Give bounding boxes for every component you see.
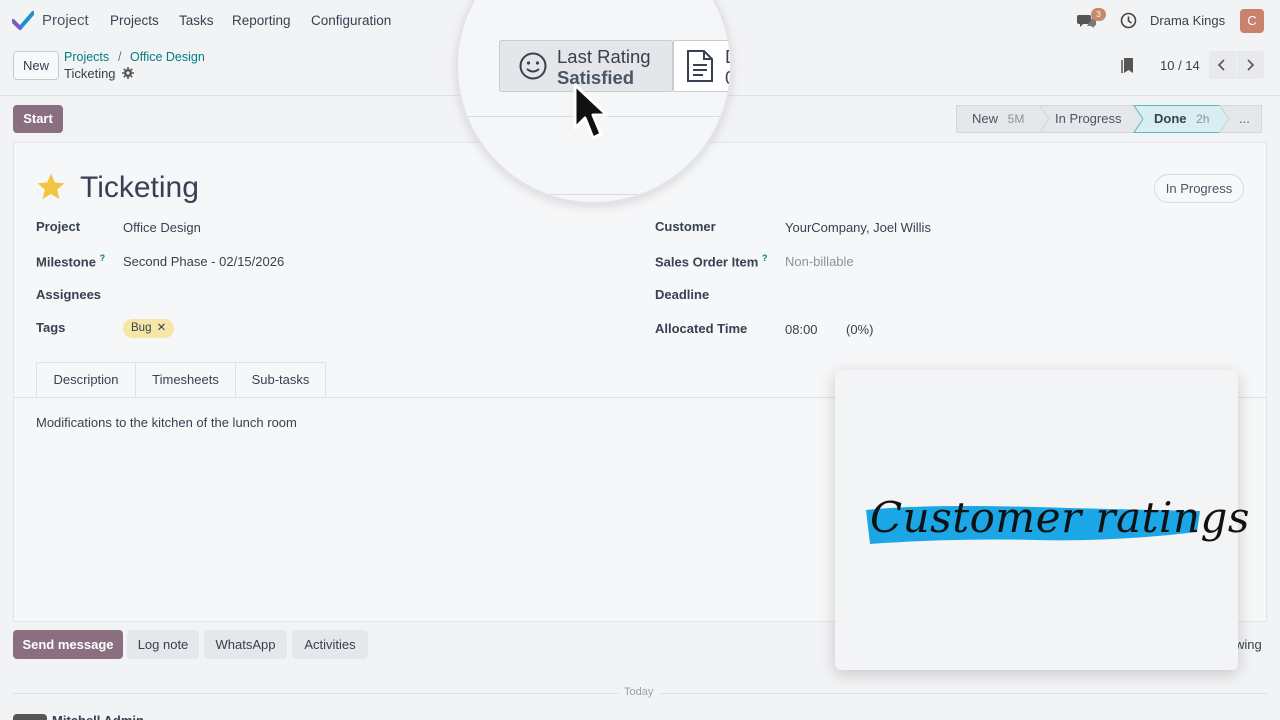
tag-remove-icon[interactable]: ✕	[157, 322, 167, 334]
stage-done[interactable]: Done 2h	[1154, 105, 1209, 133]
customer-field[interactable]: YourCompany, Joel Willis	[785, 220, 931, 235]
stage-more[interactable]: ...	[1239, 105, 1250, 133]
allocated-time-label: Allocated Time	[655, 321, 748, 336]
project-label: Project	[36, 219, 81, 234]
sales-order-item-field[interactable]: Non-billable	[785, 254, 854, 269]
tag-bug[interactable]: Bug ✕	[123, 319, 175, 338]
document-value-partial: 0	[725, 67, 730, 89]
messages-count-badge: 3	[1091, 8, 1106, 21]
assignees-label: Assignees	[36, 287, 102, 302]
company-switcher[interactable]: Drama Kings	[1150, 13, 1225, 28]
stage-done-time: 2h	[1196, 112, 1210, 126]
activities-button[interactable]: Activities	[292, 630, 368, 659]
whatsapp-button[interactable]: WhatsApp	[204, 630, 287, 659]
task-title[interactable]: Ticketing	[80, 171, 199, 205]
description-editor[interactable]: Modifications to the kitchen of the lunc…	[36, 415, 297, 430]
milestone-help-icon[interactable]: ?	[100, 253, 106, 263]
pager-next-button[interactable]	[1237, 51, 1264, 79]
message-author-avatar[interactable]	[13, 714, 47, 720]
bookmark-icon[interactable]	[1121, 57, 1134, 74]
tab-sub-tasks[interactable]: Sub-tasks	[236, 362, 326, 398]
user-avatar[interactable]: C	[1240, 9, 1264, 33]
pager-value[interactable]: 10 / 14	[1160, 58, 1200, 73]
breadcrumb-office-design[interactable]: Office Design	[130, 50, 205, 64]
today-label: Today	[618, 686, 660, 698]
new-button[interactable]: New	[13, 51, 59, 80]
chevron-left-icon	[1217, 59, 1225, 71]
allocated-time-percent: (0%)	[846, 322, 874, 337]
last-rating-label: Last Rating	[557, 46, 651, 67]
stage-new-time: 5M	[1007, 112, 1025, 126]
message-author[interactable]: Mitchell Admin	[52, 713, 144, 720]
tab-timesheets[interactable]: Timesheets	[136, 362, 236, 398]
assignees-field[interactable]	[123, 288, 423, 304]
milestone-label: Milestone ?	[36, 253, 105, 269]
following-button[interactable]: wing	[1235, 637, 1262, 652]
stage-new-label: New	[972, 111, 999, 126]
stage-statusbar: New 5M In Progress Done 2h ...	[956, 105, 1262, 133]
mouse-cursor-icon	[573, 83, 609, 140]
menu-configuration[interactable]: Configuration	[311, 13, 391, 28]
chevron-right-icon	[1247, 59, 1255, 71]
document-label-partial: D	[725, 46, 730, 68]
milestone-label-text: Milestone	[36, 254, 96, 270]
app-name[interactable]: Project	[42, 12, 89, 29]
customer-ratings-caption: Customer ratings	[870, 493, 1250, 542]
deadline-label: Deadline	[655, 287, 710, 302]
smiley-icon	[519, 52, 547, 80]
pager-previous-button[interactable]	[1209, 51, 1236, 79]
allocated-time-field[interactable]: 08:00	[785, 322, 818, 337]
stage-new[interactable]: New 5M	[972, 105, 1024, 133]
send-message-button[interactable]: Send message	[13, 630, 123, 659]
deadline-field[interactable]	[785, 288, 1085, 304]
menu-reporting[interactable]: Reporting	[232, 13, 291, 28]
start-button[interactable]: Start	[13, 105, 63, 133]
magnifier-divider-2	[458, 194, 730, 195]
task-state-badge[interactable]: In Progress	[1154, 174, 1244, 203]
log-note-button[interactable]: Log note	[127, 630, 199, 659]
gear-icon[interactable]	[122, 67, 134, 79]
sales-order-item-label: Sales Order Item ?	[655, 253, 767, 269]
breadcrumb-projects[interactable]: Projects	[64, 50, 109, 64]
star-icon[interactable]	[36, 172, 66, 202]
tag-bug-label: Bug	[131, 322, 152, 334]
breadcrumb-current: Ticketing	[64, 66, 116, 81]
tab-description[interactable]: Description	[36, 362, 136, 398]
menu-projects[interactable]: Projects	[110, 13, 159, 28]
document-icon	[687, 50, 713, 82]
breadcrumb-separator: /	[118, 50, 122, 64]
menu-tasks[interactable]: Tasks	[179, 13, 214, 28]
project-field[interactable]: Office Design	[123, 220, 201, 235]
clock-icon[interactable]	[1120, 12, 1137, 29]
sales-order-item-label-text: Sales Order Item	[655, 254, 759, 270]
project-app-icon[interactable]	[12, 11, 34, 31]
tags-label: Tags	[36, 320, 66, 335]
stage-in-progress[interactable]: In Progress	[1055, 105, 1121, 133]
sales-order-item-help-icon[interactable]: ?	[762, 253, 768, 263]
customer-label: Customer	[655, 219, 716, 234]
stage-done-label: Done	[1154, 111, 1187, 126]
milestone-field[interactable]: Second Phase - 02/15/2026	[123, 254, 284, 269]
